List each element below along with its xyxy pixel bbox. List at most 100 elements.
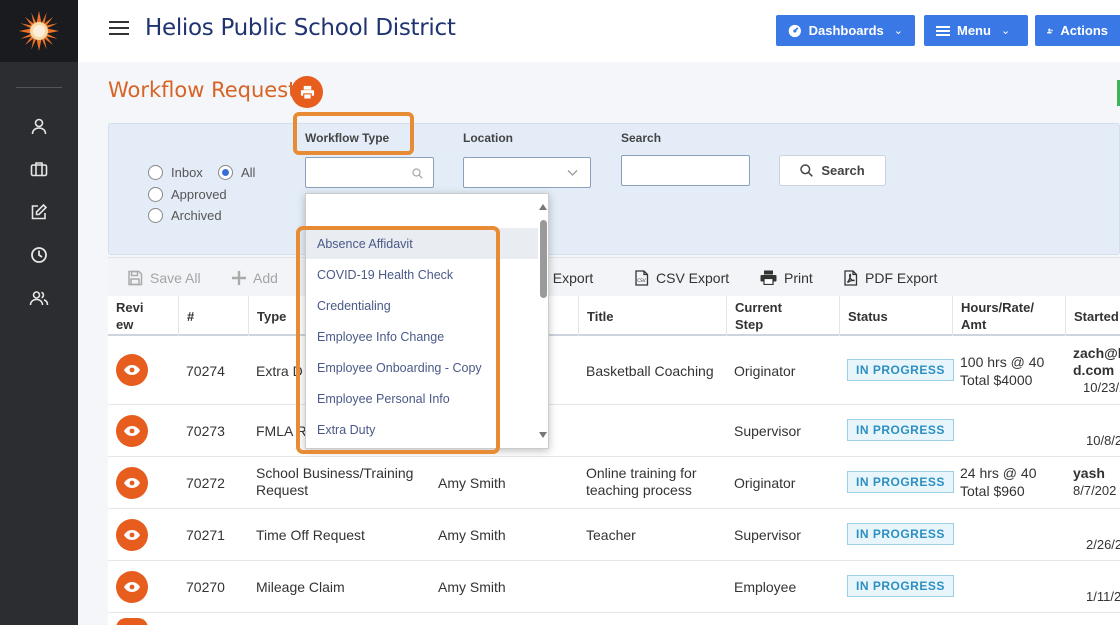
- row-started-date: 8/7/202: [1073, 483, 1117, 498]
- location-select[interactable]: [463, 157, 591, 188]
- print-title-button[interactable]: [291, 76, 323, 108]
- scroll-down-arrow-icon[interactable]: [539, 432, 547, 438]
- csv-file-icon: CSV: [635, 269, 649, 286]
- radio-archived-label: Archived: [171, 208, 222, 223]
- user-plus-icon: [1047, 28, 1053, 33]
- column-header-hours[interactable]: Hours/Rate/ Amt: [952, 296, 1065, 336]
- radio-approved-label: Approved: [171, 187, 227, 202]
- add-button[interactable]: Add: [232, 258, 278, 297]
- radio-archived[interactable]: Archived: [148, 208, 222, 223]
- radio-approved[interactable]: Approved: [148, 187, 227, 202]
- radio-inbox[interactable]: Inbox: [148, 165, 203, 180]
- chevron-down-icon: ⌄: [1000, 25, 1011, 37]
- row-current-step: Supervisor: [734, 527, 801, 543]
- radio-circle: [148, 187, 163, 202]
- csv-export-label: CSV Export: [656, 269, 730, 286]
- dropdown-scrollbar[interactable]: [537, 202, 549, 442]
- row-number: 70273: [186, 423, 225, 439]
- workflow-type-combobox[interactable]: [305, 157, 434, 188]
- row-started-date: 10/23/2: [1083, 380, 1120, 395]
- clock-icon[interactable]: [27, 243, 51, 267]
- row-title: Online training for teaching process: [586, 465, 697, 498]
- workflow-table: Revi ew # Type Title Current Step Status…: [108, 296, 1120, 625]
- row-started-date: 10/8/20: [1086, 433, 1120, 448]
- dashboards-label: Dashboards: [808, 23, 884, 38]
- row-number: 70272: [186, 475, 225, 491]
- status-badge: IN PROGRESS: [847, 419, 954, 441]
- review-eye-button[interactable]: [116, 415, 148, 447]
- table-row[interactable]: 70271 Time Off Request Amy Smith Teacher…: [108, 509, 1120, 561]
- hamburger-menu-icon[interactable]: [108, 18, 130, 38]
- dashboards-button[interactable]: Dashboards ⌄: [776, 15, 915, 46]
- workflow-type-highlight: [293, 112, 414, 155]
- printer-icon: [300, 85, 314, 100]
- user-icon[interactable]: [27, 114, 51, 138]
- search-button[interactable]: Search: [779, 155, 886, 186]
- eye-icon: [124, 530, 140, 540]
- search-icon: [412, 168, 423, 179]
- row-requester: Amy Smith: [438, 527, 506, 543]
- scrollbar-thumb[interactable]: [540, 220, 547, 298]
- menu-label: Menu: [957, 23, 991, 38]
- row-started-date: 2/26/20: [1086, 537, 1120, 552]
- row-title: Basketball Coaching: [586, 363, 714, 379]
- sidebar: [0, 0, 78, 625]
- users-icon[interactable]: [27, 286, 51, 310]
- briefcase-icon[interactable]: [27, 157, 51, 181]
- eye-icon: [124, 426, 140, 436]
- save-all-button[interactable]: Save All: [127, 258, 201, 297]
- review-eye-button[interactable]: [116, 519, 148, 551]
- table-header: Revi ew # Type Title Current Step Status…: [108, 296, 1120, 336]
- pdf-file-icon: [844, 269, 858, 286]
- row-title: Teacher: [586, 527, 636, 543]
- print-button[interactable]: Print: [760, 258, 813, 297]
- grid-toolbar: Save All Add el Export CSV CSV Export Pr…: [108, 257, 1120, 296]
- row-requester: Amy Smith: [438, 579, 506, 595]
- edit-icon[interactable]: [27, 200, 51, 224]
- row-number: 70270: [186, 579, 225, 595]
- search-input[interactable]: [621, 155, 750, 186]
- row-type: Mileage Claim: [256, 579, 345, 595]
- radio-all[interactable]: All: [218, 165, 255, 180]
- row-current-step: Supervisor: [734, 423, 801, 439]
- table-row[interactable]: 70272 School Business/Training Request A…: [108, 457, 1120, 509]
- actions-button[interactable]: Actions: [1035, 15, 1120, 46]
- menu-button[interactable]: Menu ⌄: [924, 15, 1028, 46]
- column-header-current-step[interactable]: Current Step: [726, 296, 839, 336]
- radio-circle: [148, 208, 163, 223]
- dropdown-options-highlight: [296, 226, 500, 454]
- column-header-status[interactable]: Status: [839, 296, 952, 336]
- csv-export-button[interactable]: CSV CSV Export: [634, 258, 729, 297]
- status-badge: IN PROGRESS: [847, 575, 954, 597]
- row-current-step: Originator: [734, 475, 796, 491]
- review-eye-button[interactable]: [116, 571, 148, 603]
- row-hours-line2: Total $960: [960, 483, 1025, 499]
- status-badge: IN PROGRESS: [847, 471, 954, 493]
- plus-icon: [232, 270, 246, 285]
- pdf-export-label: PDF Export: [865, 269, 938, 286]
- table-row[interactable]: 70273 FMLA R Supervisor IN PROGRESS 10/8…: [108, 405, 1120, 457]
- pdf-export-button[interactable]: PDF Export: [843, 258, 937, 297]
- district-logo[interactable]: [0, 0, 78, 62]
- column-header-number[interactable]: #: [178, 296, 248, 336]
- row-requester: Amy Smith: [438, 475, 506, 491]
- review-eye-button[interactable]: [116, 467, 148, 499]
- scroll-up-arrow-icon[interactable]: [539, 204, 547, 210]
- district-title: Helios Public School District: [145, 15, 456, 41]
- search-button-label: Search: [821, 163, 865, 178]
- review-eye-button[interactable]: [116, 354, 148, 386]
- radio-inbox-label: Inbox: [171, 165, 203, 180]
- radio-circle: [148, 165, 163, 180]
- row-started-line2: d.com: [1073, 362, 1115, 378]
- row-type: School Business/Training Request: [256, 465, 414, 498]
- dashboard-gauge-icon: [788, 24, 801, 37]
- sidebar-divider: [16, 87, 62, 88]
- review-eye-button-partial[interactable]: [116, 618, 148, 625]
- row-started-line1: zach@l: [1073, 345, 1120, 361]
- location-label: Location: [463, 131, 513, 145]
- table-row[interactable]: 70270 Mileage Claim Amy Smith Employee I…: [108, 561, 1120, 613]
- column-header-started[interactable]: Started: [1065, 296, 1120, 336]
- column-header-title[interactable]: Title: [578, 296, 726, 336]
- column-header-review[interactable]: Revi ew: [108, 296, 178, 336]
- table-row[interactable]: 70274 Extra D Basketball Coaching Origin…: [108, 336, 1120, 405]
